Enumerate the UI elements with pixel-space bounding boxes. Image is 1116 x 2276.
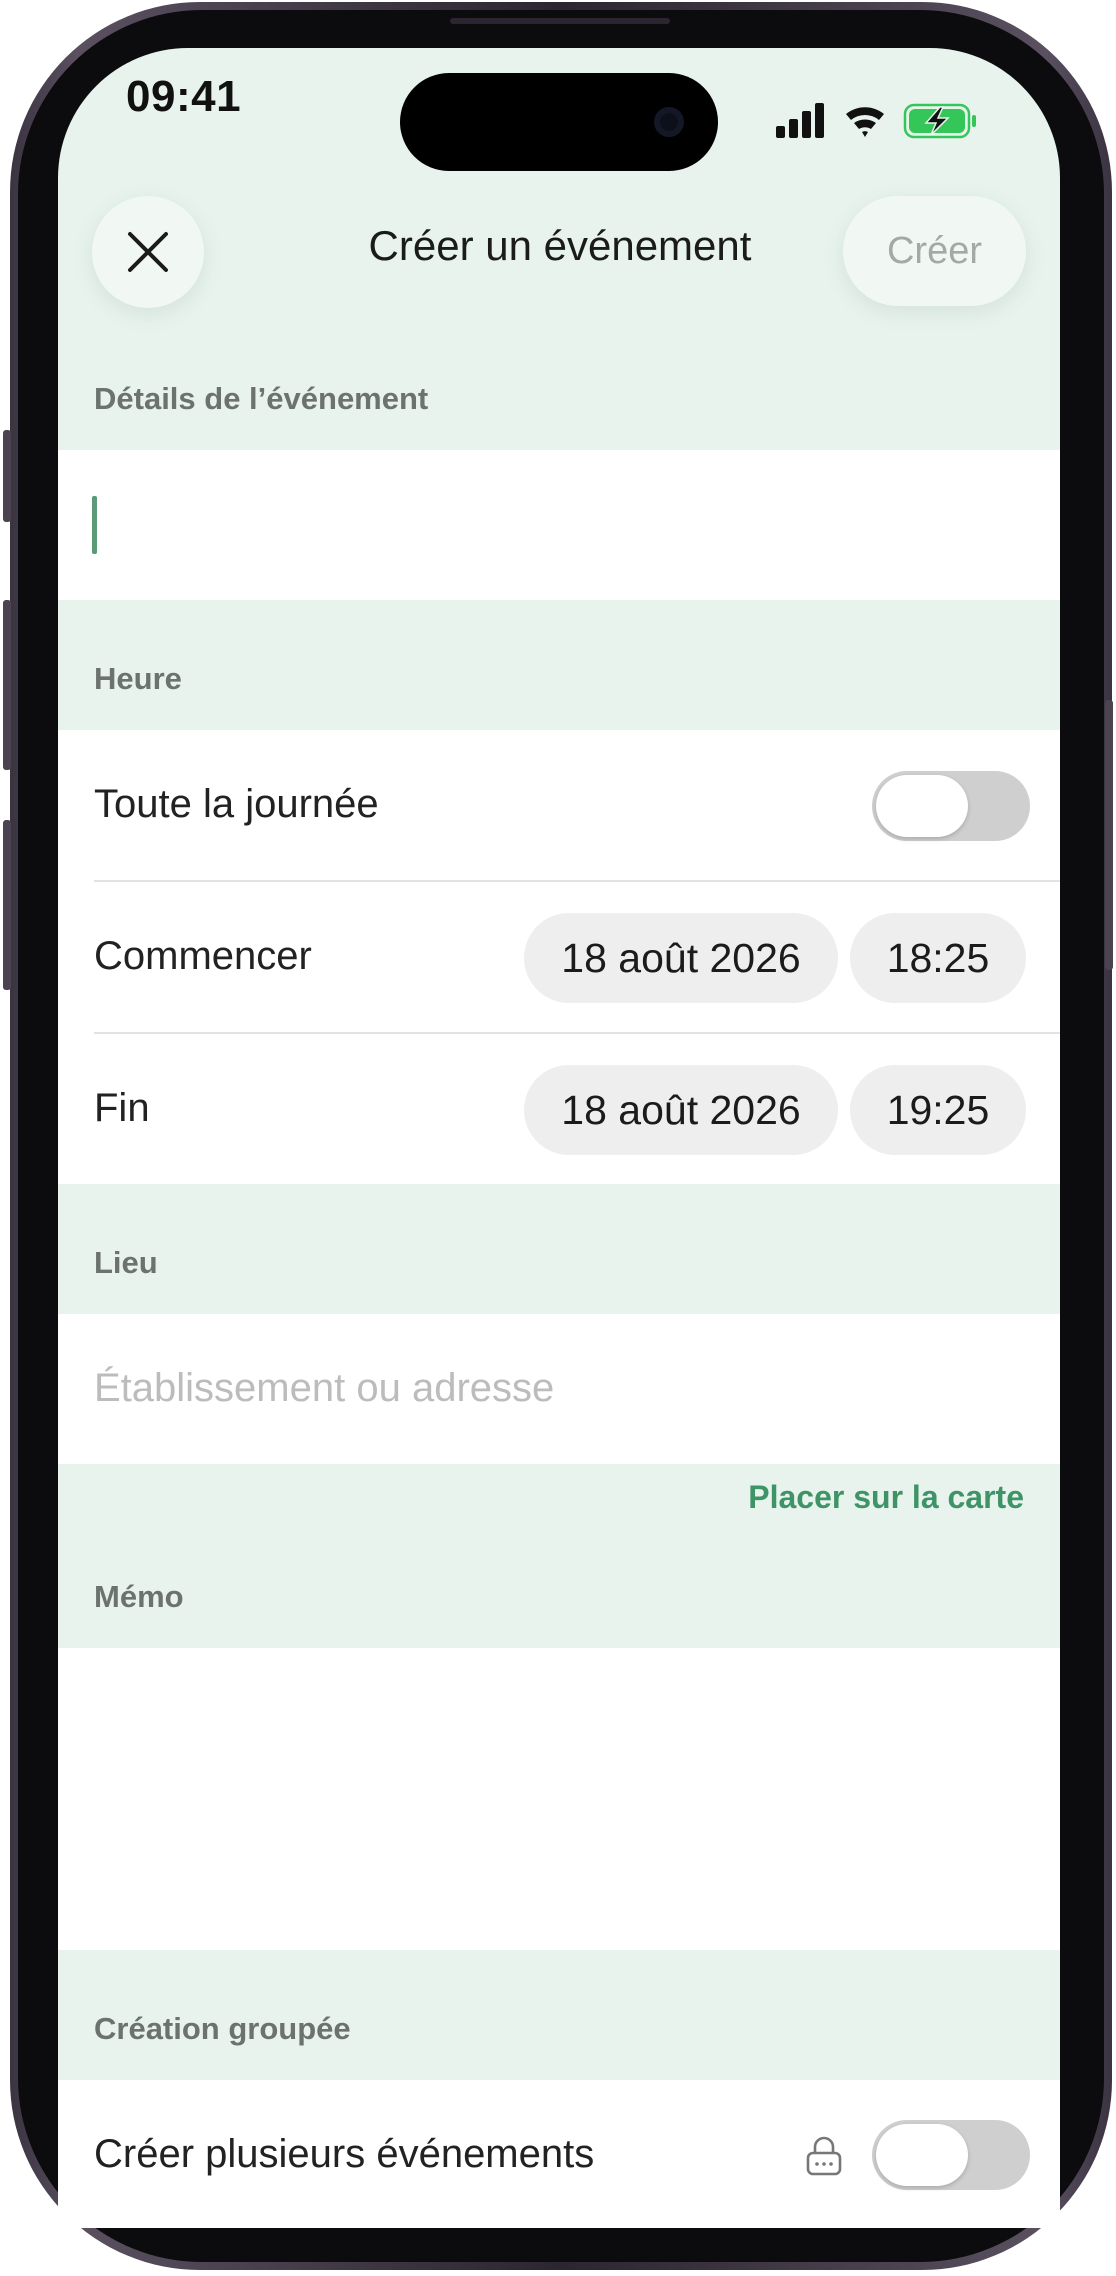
volume-up-button	[3, 600, 11, 770]
all-day-label: Toute la journée	[94, 782, 379, 826]
section-label-location: Lieu	[94, 1245, 158, 1280]
all-day-toggle[interactable]	[872, 771, 1030, 841]
start-time-pill[interactable]: 18:25	[850, 913, 1026, 1003]
battery-charging-icon	[903, 103, 976, 139]
signal-icon	[776, 103, 824, 138]
divider	[94, 1032, 1060, 1034]
section-label-bulk: Création groupée	[94, 2011, 351, 2046]
status-icons	[776, 103, 976, 139]
lock-icon	[806, 2136, 842, 2176]
end-time-pill[interactable]: 19:25	[850, 1065, 1026, 1155]
text-caret	[92, 496, 97, 554]
action-button	[3, 430, 11, 522]
section-label-memo: Mémo	[94, 1579, 184, 1614]
place-on-map-link[interactable]: Placer sur la carte	[748, 1479, 1024, 1516]
divider	[94, 880, 1060, 882]
event-title-input[interactable]	[58, 450, 1060, 600]
page-title: Créer un événement	[368, 222, 752, 269]
create-button[interactable]: Créer	[843, 196, 1026, 306]
close-icon	[128, 232, 168, 272]
power-button	[1105, 700, 1113, 970]
volume-down-button	[3, 820, 11, 990]
front-camera	[654, 107, 684, 137]
multi-events-toggle[interactable]	[872, 2120, 1030, 2190]
wifi-icon	[846, 107, 884, 137]
section-label-details: Détails de l’événement	[94, 381, 429, 416]
memo-textarea[interactable]	[58, 1648, 1060, 1950]
end-label: Fin	[94, 1086, 150, 1130]
start-date-pill[interactable]: 18 août 2026	[524, 913, 838, 1003]
end-date-pill[interactable]: 18 août 2026	[524, 1065, 838, 1155]
dynamic-island	[400, 73, 718, 171]
start-label: Commencer	[94, 934, 312, 978]
status-time: 09:41	[126, 72, 242, 121]
location-placeholder: Établissement ou adresse	[94, 1366, 555, 1410]
multi-events-label: Créer plusieurs événements	[94, 2132, 595, 2176]
section-label-time: Heure	[94, 661, 182, 696]
close-button[interactable]	[92, 196, 204, 308]
speaker-slot	[450, 18, 670, 24]
